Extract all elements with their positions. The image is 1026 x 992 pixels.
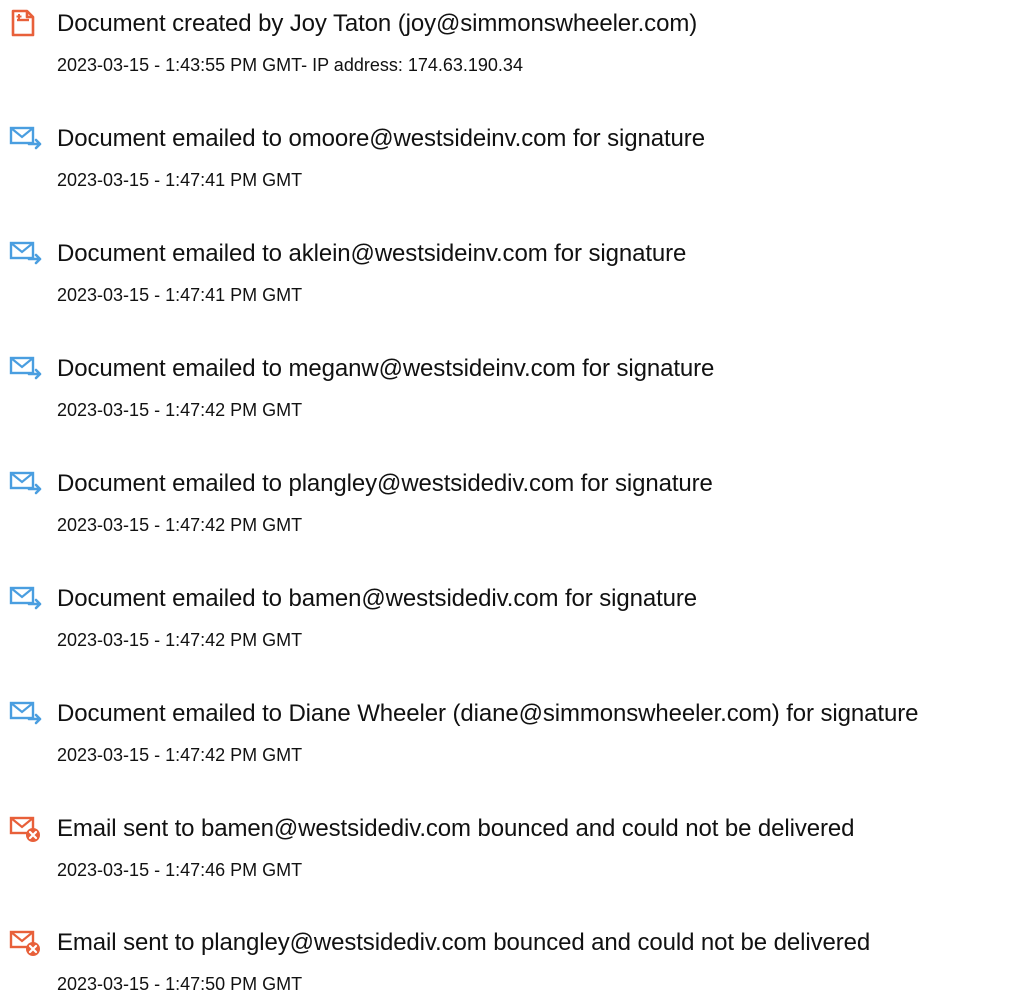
list-item-email-bounced: Email sent to plangley@westsidediv.com b…	[0, 928, 1026, 992]
list-item-email-sent: Document emailed to bamen@westsidediv.co…	[0, 584, 1026, 664]
entry-title: Email sent to plangley@westsidediv.com b…	[57, 929, 871, 956]
email-bounced-icon	[9, 814, 45, 844]
email-bounced-icon	[9, 928, 45, 958]
entry-timestamp: 2023-03-15 - 1:47:46 PM GMT	[57, 860, 303, 880]
entry-timestamp: 2023-03-15 - 1:47:41 PM GMT	[57, 285, 303, 305]
entry-timestamp: 2023-03-15 - 1:47:42 PM GMT	[57, 400, 303, 420]
email-sent-icon	[9, 699, 45, 729]
audit-trail-list: Document created by Joy Taton (joy@simmo…	[0, 0, 1026, 992]
entry-timestamp: 2023-03-15 - 1:47:42 PM GMT	[57, 745, 303, 765]
entry-title: Document emailed to bamen@westsidediv.co…	[57, 585, 698, 612]
list-item-document-created: Document created by Joy Taton (joy@simmo…	[0, 9, 1026, 89]
list-item-email-sent: Document emailed to plangley@westsidediv…	[0, 469, 1026, 549]
email-sent-icon	[9, 469, 45, 499]
list-item-email-sent: Document emailed to aklein@westsideinv.c…	[0, 239, 1026, 319]
email-sent-icon	[9, 124, 45, 154]
entry-title: Document emailed to plangley@westsidediv…	[57, 470, 713, 497]
entry-title: Document emailed to omoore@westsideinv.c…	[57, 125, 705, 152]
entry-timestamp: 2023-03-15 - 1:47:41 PM GMT	[57, 170, 303, 190]
list-item-email-sent: Document emailed to omoore@westsideinv.c…	[0, 124, 1026, 204]
entry-timestamp: 2023-03-15 - 1:47:42 PM GMT	[57, 630, 303, 650]
document-created-icon	[9, 9, 45, 39]
entry-title: Document emailed to Diane Wheeler (diane…	[57, 700, 919, 727]
email-sent-icon	[9, 584, 45, 614]
entry-timestamp: 2023-03-15 - 1:43:55 PM GMT- IP address:…	[57, 55, 523, 75]
list-item-email-bounced: Email sent to bamen@westsidediv.com boun…	[0, 814, 1026, 894]
list-item-email-sent: Document emailed to Diane Wheeler (diane…	[0, 699, 1026, 779]
entry-timestamp: 2023-03-15 - 1:47:42 PM GMT	[57, 515, 303, 535]
entry-title: Document created by Joy Taton (joy@simmo…	[57, 10, 698, 37]
email-sent-icon	[9, 354, 45, 384]
entry-title: Document emailed to meganw@westsideinv.c…	[57, 355, 715, 382]
email-sent-icon	[9, 239, 45, 269]
entry-title: Document emailed to aklein@westsideinv.c…	[57, 240, 687, 267]
entry-title: Email sent to bamen@westsidediv.com boun…	[57, 815, 855, 842]
list-item-email-sent: Document emailed to meganw@westsideinv.c…	[0, 354, 1026, 434]
entry-timestamp: 2023-03-15 - 1:47:50 PM GMT	[57, 974, 303, 992]
